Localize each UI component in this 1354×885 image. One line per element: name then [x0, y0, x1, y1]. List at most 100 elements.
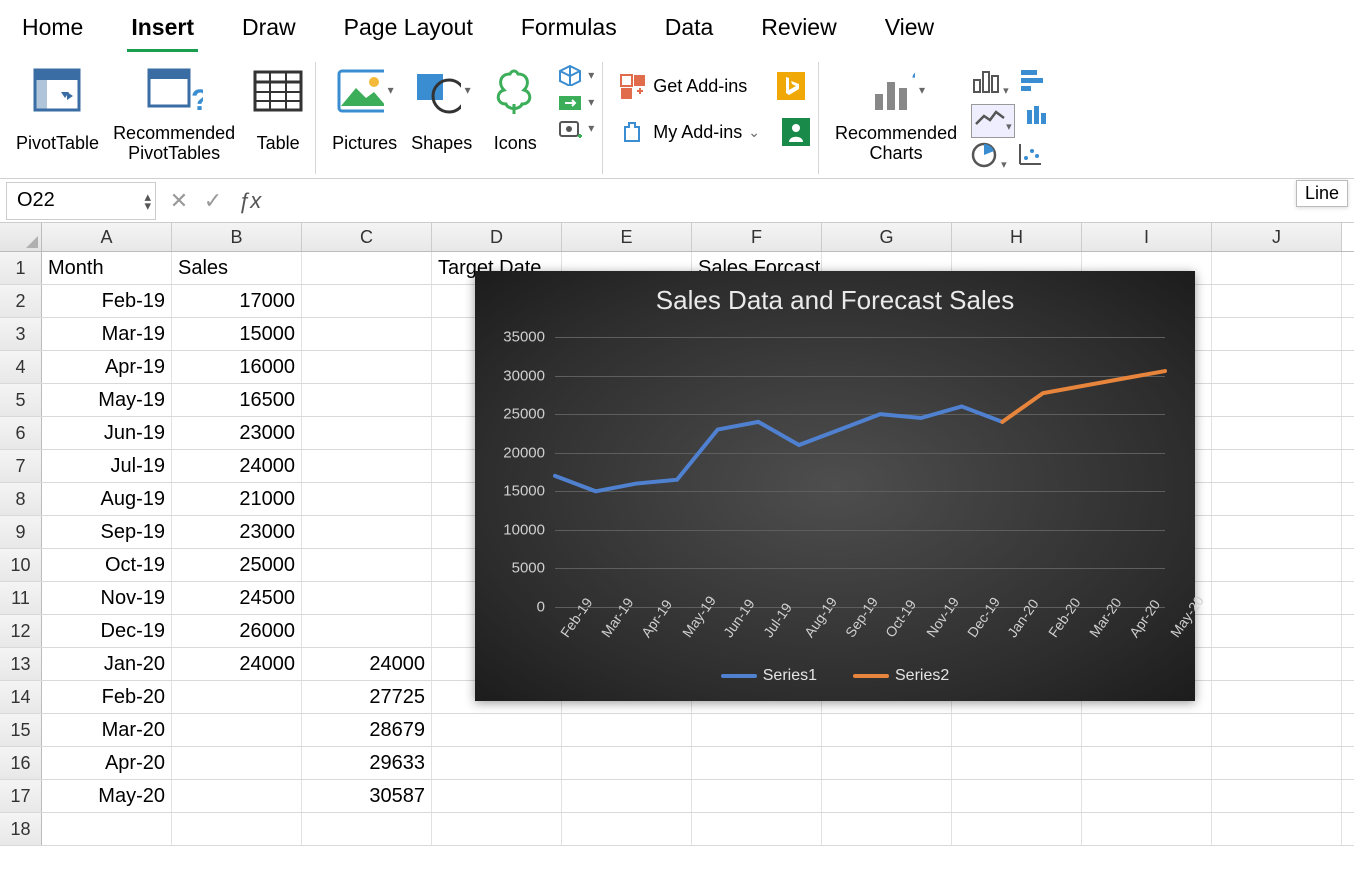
cell-C18[interactable]: [302, 813, 432, 845]
cell-C13[interactable]: 24000: [302, 648, 432, 680]
cell-I15[interactable]: [1082, 714, 1212, 746]
embedded-chart[interactable]: Sales Data and Forecast Sales 0500010000…: [475, 271, 1195, 701]
cell-C2[interactable]: [302, 285, 432, 317]
pie-chart-button[interactable]: ▾: [971, 142, 1007, 174]
cell-C7[interactable]: [302, 450, 432, 482]
row-header[interactable]: 12: [0, 615, 42, 647]
cell-G15[interactable]: [822, 714, 952, 746]
cell-J4[interactable]: [1212, 351, 1342, 383]
name-box[interactable]: O22 ▴▾: [6, 182, 156, 220]
accept-formula-button[interactable]: ✓: [196, 188, 230, 214]
bar-chart-button[interactable]: [1019, 66, 1047, 100]
cell-F18[interactable]: [692, 813, 822, 845]
cell-A4[interactable]: Apr-19: [42, 351, 172, 383]
cell-A9[interactable]: Sep-19: [42, 516, 172, 548]
cell-J16[interactable]: [1212, 747, 1342, 779]
cell-C5[interactable]: [302, 384, 432, 416]
col-header-J[interactable]: J: [1212, 223, 1342, 251]
tab-formulas[interactable]: Formulas: [517, 8, 621, 52]
cell-B14[interactable]: [172, 681, 302, 713]
cell-E15[interactable]: [562, 714, 692, 746]
cell-A8[interactable]: Aug-19: [42, 483, 172, 515]
line-chart-button[interactable]: ▾: [971, 104, 1015, 138]
cell-A12[interactable]: Dec-19: [42, 615, 172, 647]
col-header-F[interactable]: F: [692, 223, 822, 251]
row-header[interactable]: 17: [0, 780, 42, 812]
cell-J9[interactable]: [1212, 516, 1342, 548]
cell-J13[interactable]: [1212, 648, 1342, 680]
col-header-C[interactable]: C: [302, 223, 432, 251]
fx-icon[interactable]: ƒx: [230, 188, 269, 214]
cell-J6[interactable]: [1212, 417, 1342, 449]
tab-page-layout[interactable]: Page Layout: [340, 8, 477, 52]
cell-B3[interactable]: 15000: [172, 318, 302, 350]
tab-view[interactable]: View: [881, 8, 938, 52]
cell-A2[interactable]: Feb-19: [42, 285, 172, 317]
smartart-button[interactable]: ▾: [558, 92, 594, 112]
cell-B15[interactable]: [172, 714, 302, 746]
cell-C1[interactable]: [302, 252, 432, 284]
row-header[interactable]: 10: [0, 549, 42, 581]
cell-H15[interactable]: [952, 714, 1082, 746]
cell-B5[interactable]: 16500: [172, 384, 302, 416]
cell-C8[interactable]: [302, 483, 432, 515]
cell-B6[interactable]: 23000: [172, 417, 302, 449]
row-header[interactable]: 3: [0, 318, 42, 350]
cell-I17[interactable]: [1082, 780, 1212, 812]
row-header[interactable]: 9: [0, 516, 42, 548]
cell-C12[interactable]: [302, 615, 432, 647]
cell-H18[interactable]: [952, 813, 1082, 845]
cell-I16[interactable]: [1082, 747, 1212, 779]
col-header-A[interactable]: A: [42, 223, 172, 251]
row-header[interactable]: 4: [0, 351, 42, 383]
bing-icon[interactable]: [777, 72, 805, 100]
3dmodels-button[interactable]: ▾: [558, 64, 594, 86]
col-header-E[interactable]: E: [562, 223, 692, 251]
select-all-corner[interactable]: [0, 223, 42, 251]
row-header[interactable]: 14: [0, 681, 42, 713]
col-header-B[interactable]: B: [172, 223, 302, 251]
area-chart-button[interactable]: [1025, 104, 1053, 138]
pivottable-button[interactable]: PivotTable: [16, 62, 99, 164]
cell-J17[interactable]: [1212, 780, 1342, 812]
cell-A1[interactable]: Month: [42, 252, 172, 284]
tab-data[interactable]: Data: [661, 8, 718, 52]
cell-C14[interactable]: 27725: [302, 681, 432, 713]
tab-insert[interactable]: Insert: [127, 8, 198, 52]
cell-D17[interactable]: [432, 780, 562, 812]
cancel-formula-button[interactable]: ✕: [162, 188, 196, 214]
cell-F16[interactable]: [692, 747, 822, 779]
cell-G16[interactable]: [822, 747, 952, 779]
cell-C4[interactable]: [302, 351, 432, 383]
cell-B16[interactable]: [172, 747, 302, 779]
table-button[interactable]: Table: [249, 62, 307, 164]
cell-B10[interactable]: 25000: [172, 549, 302, 581]
cell-C11[interactable]: [302, 582, 432, 614]
cell-A14[interactable]: Feb-20: [42, 681, 172, 713]
cell-J14[interactable]: [1212, 681, 1342, 713]
formula-input[interactable]: [269, 182, 1354, 220]
people-graph-icon[interactable]: [782, 118, 810, 146]
cell-B12[interactable]: 26000: [172, 615, 302, 647]
my-addins-button[interactable]: My Add-ins ⌄: [619, 118, 810, 146]
cell-A10[interactable]: Oct-19: [42, 549, 172, 581]
tab-home[interactable]: Home: [18, 8, 87, 52]
cell-E17[interactable]: [562, 780, 692, 812]
icons-button[interactable]: Icons: [486, 62, 544, 164]
row-header[interactable]: 7: [0, 450, 42, 482]
recommended-charts-button[interactable]: ? Recommended Charts: [835, 62, 957, 164]
cell-E16[interactable]: [562, 747, 692, 779]
cell-A6[interactable]: Jun-19: [42, 417, 172, 449]
cell-H16[interactable]: [952, 747, 1082, 779]
cell-J11[interactable]: [1212, 582, 1342, 614]
cell-E18[interactable]: [562, 813, 692, 845]
cell-C15[interactable]: 28679: [302, 714, 432, 746]
cell-C17[interactable]: 30587: [302, 780, 432, 812]
cell-G18[interactable]: [822, 813, 952, 845]
cell-J12[interactable]: [1212, 615, 1342, 647]
cell-C9[interactable]: [302, 516, 432, 548]
cell-D15[interactable]: [432, 714, 562, 746]
cell-B17[interactable]: [172, 780, 302, 812]
cell-J1[interactable]: [1212, 252, 1342, 284]
cell-B4[interactable]: 16000: [172, 351, 302, 383]
